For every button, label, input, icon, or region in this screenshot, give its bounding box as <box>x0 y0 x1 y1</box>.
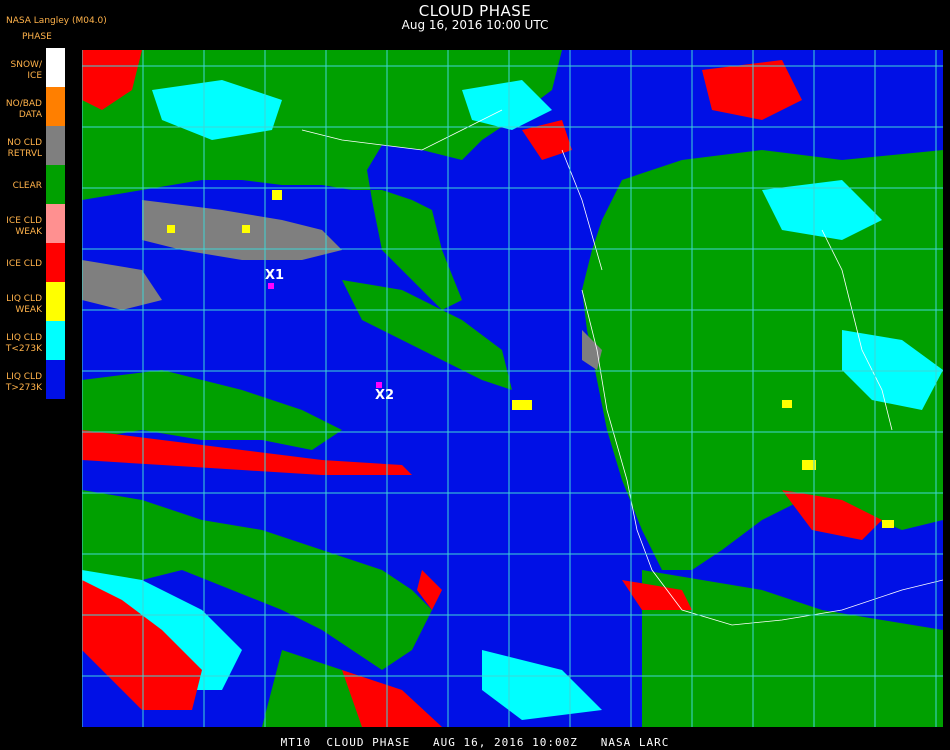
footer-caption: MT10 CLOUD PHASE AUG 16, 2016 10:00Z NAS… <box>280 736 670 749</box>
legend-label-liq-cld-cold: LIQ CLD T<273K <box>5 333 42 354</box>
legend-swatch-liq-cld-warm <box>46 360 65 399</box>
legend-label-ice-cld: ICE CLD <box>6 259 42 269</box>
legend-swatch-no-bad-data <box>46 87 65 126</box>
legend-label-no-cld-retrvl: NO CLD RETRVL <box>7 138 42 159</box>
legend-title: PHASE <box>22 32 52 42</box>
legend-label-clear: CLEAR <box>12 181 42 191</box>
legend-label-liq-cld-weak: LIQ CLD WEAK <box>6 294 42 315</box>
legend-label-no-bad-data: NO/BAD DATA <box>5 99 42 120</box>
legend-swatch-liq-cld-cold <box>46 321 65 360</box>
map-timestamp: Aug 16, 2016 10:00 UTC <box>401 18 549 32</box>
marker-x1-label: X1 <box>265 268 285 283</box>
cloud-phase-map: X1 X2 <box>82 50 943 727</box>
legend-swatch-ice-cld-weak <box>46 204 65 243</box>
legend-label-liq-cld-warm: LIQ CLD T>273K <box>5 372 42 393</box>
marker-x2-label: X2 <box>375 388 395 403</box>
legend-swatch-ice-cld <box>46 243 65 282</box>
legend-swatch-clear <box>46 165 65 204</box>
legend-label-snow-ice: SNOW/ ICE <box>10 60 42 81</box>
legend-swatch-snow-ice <box>46 48 65 87</box>
source-label: NASA Langley (M04.0) <box>6 16 107 26</box>
legend-swatch-no-cld-retrvl <box>46 126 65 165</box>
cloud-phase-map-image <box>82 50 943 727</box>
legend-label-ice-cld-weak: ICE CLD WEAK <box>6 216 42 237</box>
marker-x1 <box>268 283 274 289</box>
legend-swatch-liq-cld-weak <box>46 282 65 321</box>
